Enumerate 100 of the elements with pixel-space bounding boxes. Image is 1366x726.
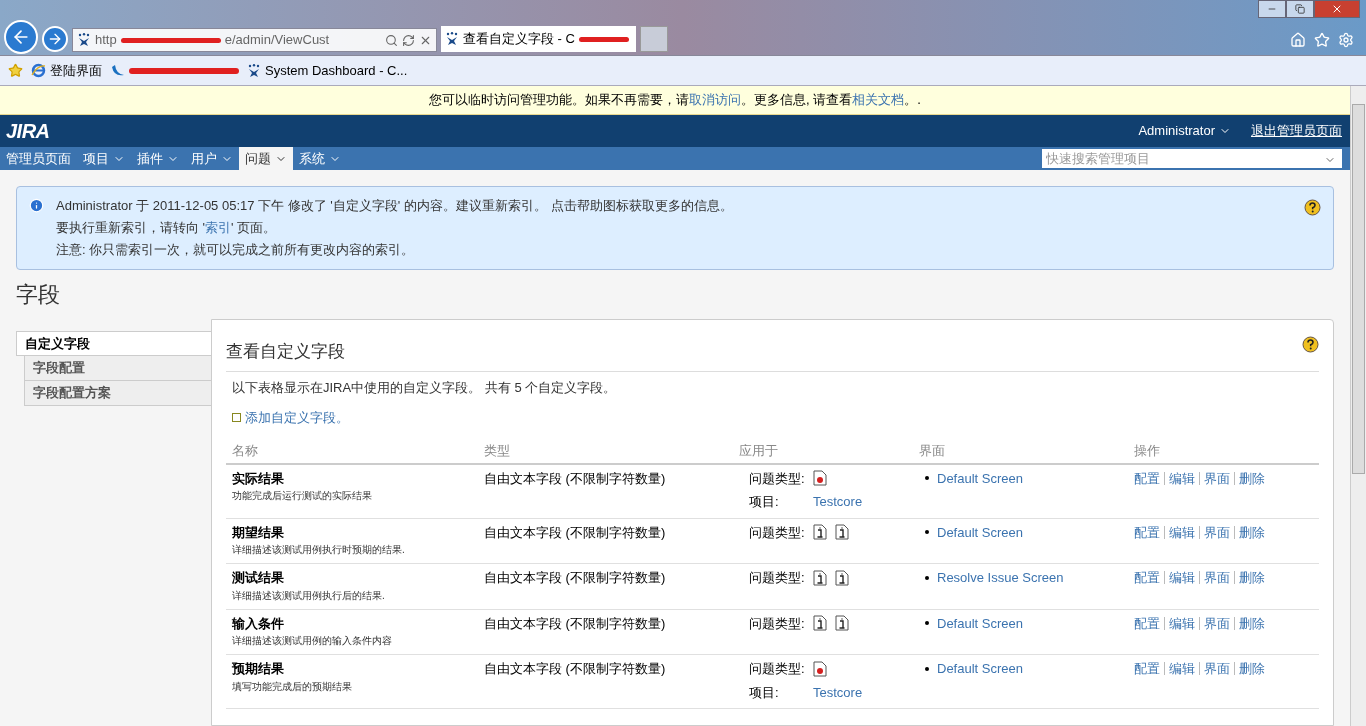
add-field-link[interactable]: 添加自定义字段。 <box>245 407 349 427</box>
jira-logo-icon <box>445 32 459 46</box>
screen-link[interactable]: Default Screen <box>937 468 1023 488</box>
address-text: http <box>95 31 117 50</box>
restore-button[interactable] <box>1286 0 1314 18</box>
bookmark-link[interactable]: 登陆界面 <box>31 60 102 81</box>
help-icon[interactable] <box>1304 199 1321 216</box>
action-link[interactable]: 编辑 <box>1169 468 1195 488</box>
user-menu[interactable]: Administrator <box>1138 121 1231 141</box>
project-link[interactable]: Testcore <box>813 492 863 512</box>
back-button[interactable] <box>4 20 38 54</box>
forward-button[interactable] <box>42 26 68 52</box>
action-link[interactable]: 配置 <box>1134 468 1160 488</box>
docs-link[interactable]: 相关文档 <box>852 90 905 110</box>
bullet-icon <box>925 666 929 671</box>
action-link[interactable]: 删除 <box>1239 568 1265 588</box>
screen-link[interactable]: Default Screen <box>937 522 1023 542</box>
address-bar[interactable]: http e/admin/ViewCust <box>72 28 437 52</box>
square-bullet-icon <box>232 412 241 422</box>
field-description: 功能完成后运行测试的实际结果 <box>232 489 373 503</box>
field-description: 详细描述该测试用例执行后的结果. <box>232 588 386 603</box>
panel-title: 查看自定义字段 <box>226 340 345 363</box>
action-link[interactable]: 删除 <box>1239 522 1265 542</box>
nav-tab[interactable]: 管理员页面 <box>0 147 77 170</box>
scrollbar[interactable] <box>1350 86 1366 726</box>
issue-type-label: 问题类型: <box>749 469 805 488</box>
column-header: 界面 <box>913 441 1128 464</box>
action-link[interactable]: 界面 <box>1204 613 1230 633</box>
table-cell: 自由文本字段 (不限制字符数量) <box>478 654 733 709</box>
nav-tab[interactable]: 项目 <box>77 147 131 170</box>
action-link[interactable]: 编辑 <box>1169 613 1195 633</box>
minimize-button[interactable] <box>1258 0 1286 18</box>
help-icon[interactable] <box>1302 336 1319 353</box>
field-name: 实际结果 <box>232 469 285 488</box>
refresh-icon[interactable] <box>402 33 415 47</box>
browser-tab[interactable]: 查看自定义字段 - C <box>441 26 636 52</box>
issue-type-label: 问题类型: <box>749 614 805 633</box>
banner-text: 。. <box>904 91 921 110</box>
cancel-access-link[interactable]: 取消访问 <box>689 90 742 110</box>
action-link[interactable]: 配置 <box>1134 568 1160 588</box>
sidebar-item[interactable]: 自定义字段 <box>16 331 211 356</box>
action-link[interactable]: 编辑 <box>1169 568 1195 588</box>
admin-search-field[interactable]: 快速搜索管理项目 <box>1042 149 1342 168</box>
bullet-icon <box>925 476 929 481</box>
issue-type-label: 问题类型: <box>749 660 805 678</box>
action-link[interactable]: 删除 <box>1239 659 1265 679</box>
restore-icon <box>1295 4 1305 14</box>
sidebar-item[interactable]: 字段配置方案 <box>24 381 211 406</box>
column-header: 类型 <box>478 441 733 464</box>
scroll-thumb[interactable] <box>1352 104 1365 474</box>
nav-tab[interactable]: 插件 <box>131 147 185 170</box>
exit-admin-link[interactable]: 退出管理员页面 <box>1251 121 1342 141</box>
table-cell: 自由文本字段 (不限制字符数量) <box>478 609 733 655</box>
nav-tab[interactable]: 用户 <box>185 147 239 170</box>
search-icon[interactable] <box>385 33 398 47</box>
action-link[interactable]: 界面 <box>1204 522 1230 542</box>
field-name: 预期结果 <box>232 660 285 678</box>
tab-title: 查看自定义字段 - C <box>463 30 575 49</box>
table-cell: 自由文本字段 (不限制字符数量) <box>478 518 733 564</box>
field-description: 填写功能完成后的预期结果 <box>232 679 353 694</box>
star-icon[interactable] <box>8 63 23 78</box>
action-link[interactable]: 界面 <box>1204 568 1230 588</box>
action-link[interactable]: 删除 <box>1239 613 1265 633</box>
redaction-mark <box>578 36 629 42</box>
action-link[interactable]: 配置 <box>1134 522 1160 542</box>
jira-logo-icon <box>247 63 261 78</box>
nav-tab[interactable]: 问题 <box>239 147 293 170</box>
sidebar-item[interactable]: 字段配置 <box>24 356 211 381</box>
settings-icon[interactable] <box>1338 32 1354 48</box>
screen-link[interactable]: Default Screen <box>937 659 1023 679</box>
project-label: 项目: <box>749 683 780 702</box>
banner-text: 。更多信息, 请查看 <box>741 91 853 110</box>
screen-link[interactable]: Default Screen <box>937 613 1023 633</box>
bookmark-link[interactable]: System Dashboard - C... <box>247 60 408 81</box>
project-link[interactable]: Testcore <box>813 682 863 702</box>
table-cell: 自由文本字段 (不限制字符数量) <box>478 463 733 518</box>
action-link[interactable]: 删除 <box>1239 468 1265 488</box>
nav-tab[interactable]: 系统 <box>293 147 347 170</box>
swoosh-icon <box>110 63 125 78</box>
favorites-icon[interactable] <box>1314 32 1330 48</box>
field-name: 测试结果 <box>232 569 285 587</box>
column-header: 名称 <box>226 441 478 464</box>
screen-link[interactable]: Resolve Issue Screen <box>937 568 1064 588</box>
action-link[interactable]: 配置 <box>1134 659 1160 679</box>
panel-description: 以下表格显示在JIRA中使用的自定义字段。 共有 5 个自定义字段。 <box>232 379 618 397</box>
action-link[interactable]: 配置 <box>1134 613 1160 633</box>
column-header: 应用于 <box>733 441 913 464</box>
column-header: 操作 <box>1128 441 1319 464</box>
action-link[interactable]: 界面 <box>1204 659 1230 679</box>
jira-logo[interactable]: JIRA <box>6 116 50 146</box>
page-title: 字段 <box>16 281 61 309</box>
field-name: 期望结果 <box>232 523 285 542</box>
bullet-icon <box>925 530 929 535</box>
field-description: 详细描述该测试用例执行时预期的结果. <box>232 543 406 557</box>
action-link[interactable]: 编辑 <box>1169 522 1195 542</box>
notice-text: 要执行重新索引，请转向 ' <box>56 219 206 237</box>
action-link[interactable]: 编辑 <box>1169 659 1195 679</box>
action-link[interactable]: 界面 <box>1204 468 1230 488</box>
home-icon[interactable] <box>1290 32 1306 48</box>
globe-e-icon <box>31 63 46 78</box>
